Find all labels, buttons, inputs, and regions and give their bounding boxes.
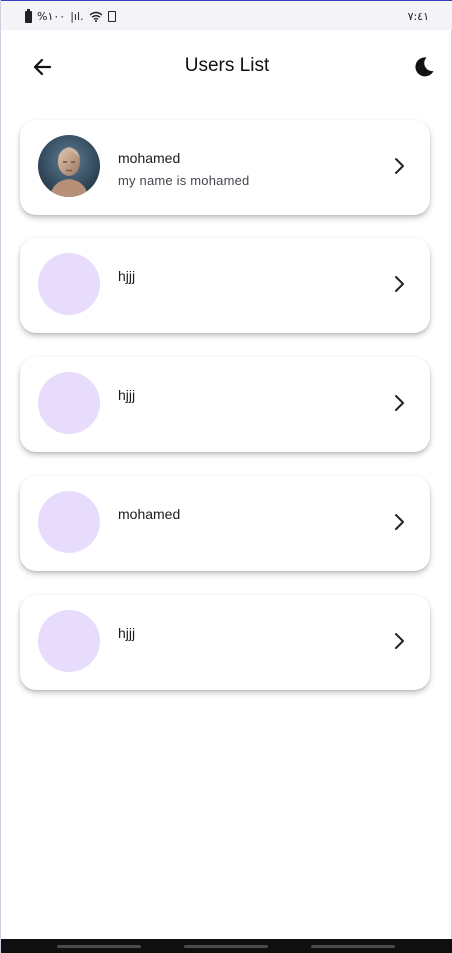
chevron-right-icon	[395, 633, 404, 649]
user-card[interactable]: hjjj	[20, 357, 430, 452]
wifi-icon	[89, 11, 102, 22]
user-name: mohamed	[118, 150, 181, 166]
avatar	[38, 610, 100, 672]
moon-icon	[415, 57, 434, 77]
user-name: hjjj	[118, 387, 136, 403]
user-photo	[38, 135, 100, 197]
sim-icon	[107, 11, 116, 22]
chevron-right-icon	[395, 514, 404, 530]
status-time: ٧:٤١	[407, 10, 429, 23]
user-card[interactable]: hjjj	[20, 595, 430, 690]
user-card[interactable]: mohamed	[20, 476, 430, 571]
chevron-right-icon	[395, 276, 404, 292]
avatar	[38, 135, 100, 197]
avatar	[38, 372, 100, 434]
user-card[interactable]: mohamed my name is mohamed	[20, 120, 430, 215]
nav-recents-handle[interactable]	[57, 945, 141, 948]
user-card[interactable]: hjjj	[20, 238, 430, 333]
nav-back-handle[interactable]	[311, 945, 395, 948]
theme-toggle-button[interactable]	[409, 52, 439, 82]
chevron-right-icon	[395, 158, 404, 174]
user-name: hjjj	[118, 268, 136, 284]
status-bar: %١٠٠ |ıl. ٧:٤١	[1, 0, 452, 30]
nav-home-handle[interactable]	[184, 945, 268, 948]
user-name: mohamed	[118, 506, 181, 522]
battery-icon	[25, 8, 32, 23]
app-bar: Users List	[1, 30, 452, 102]
status-left: %١٠٠ |ıl.	[25, 8, 116, 23]
avatar	[38, 491, 100, 553]
chevron-right-icon	[395, 395, 404, 411]
user-name: hjjj	[118, 625, 136, 641]
page-title: Users List	[184, 55, 270, 76]
battery-percent: %١٠٠	[37, 10, 66, 23]
signal-icon: |ıl.	[70, 10, 84, 23]
user-bio: my name is mohamed	[118, 173, 250, 188]
avatar	[38, 253, 100, 315]
screen: %١٠٠ |ıl. ٧:٤١ Users List mohamed my nam…	[0, 0, 452, 953]
system-navigation-bar	[1, 939, 452, 953]
